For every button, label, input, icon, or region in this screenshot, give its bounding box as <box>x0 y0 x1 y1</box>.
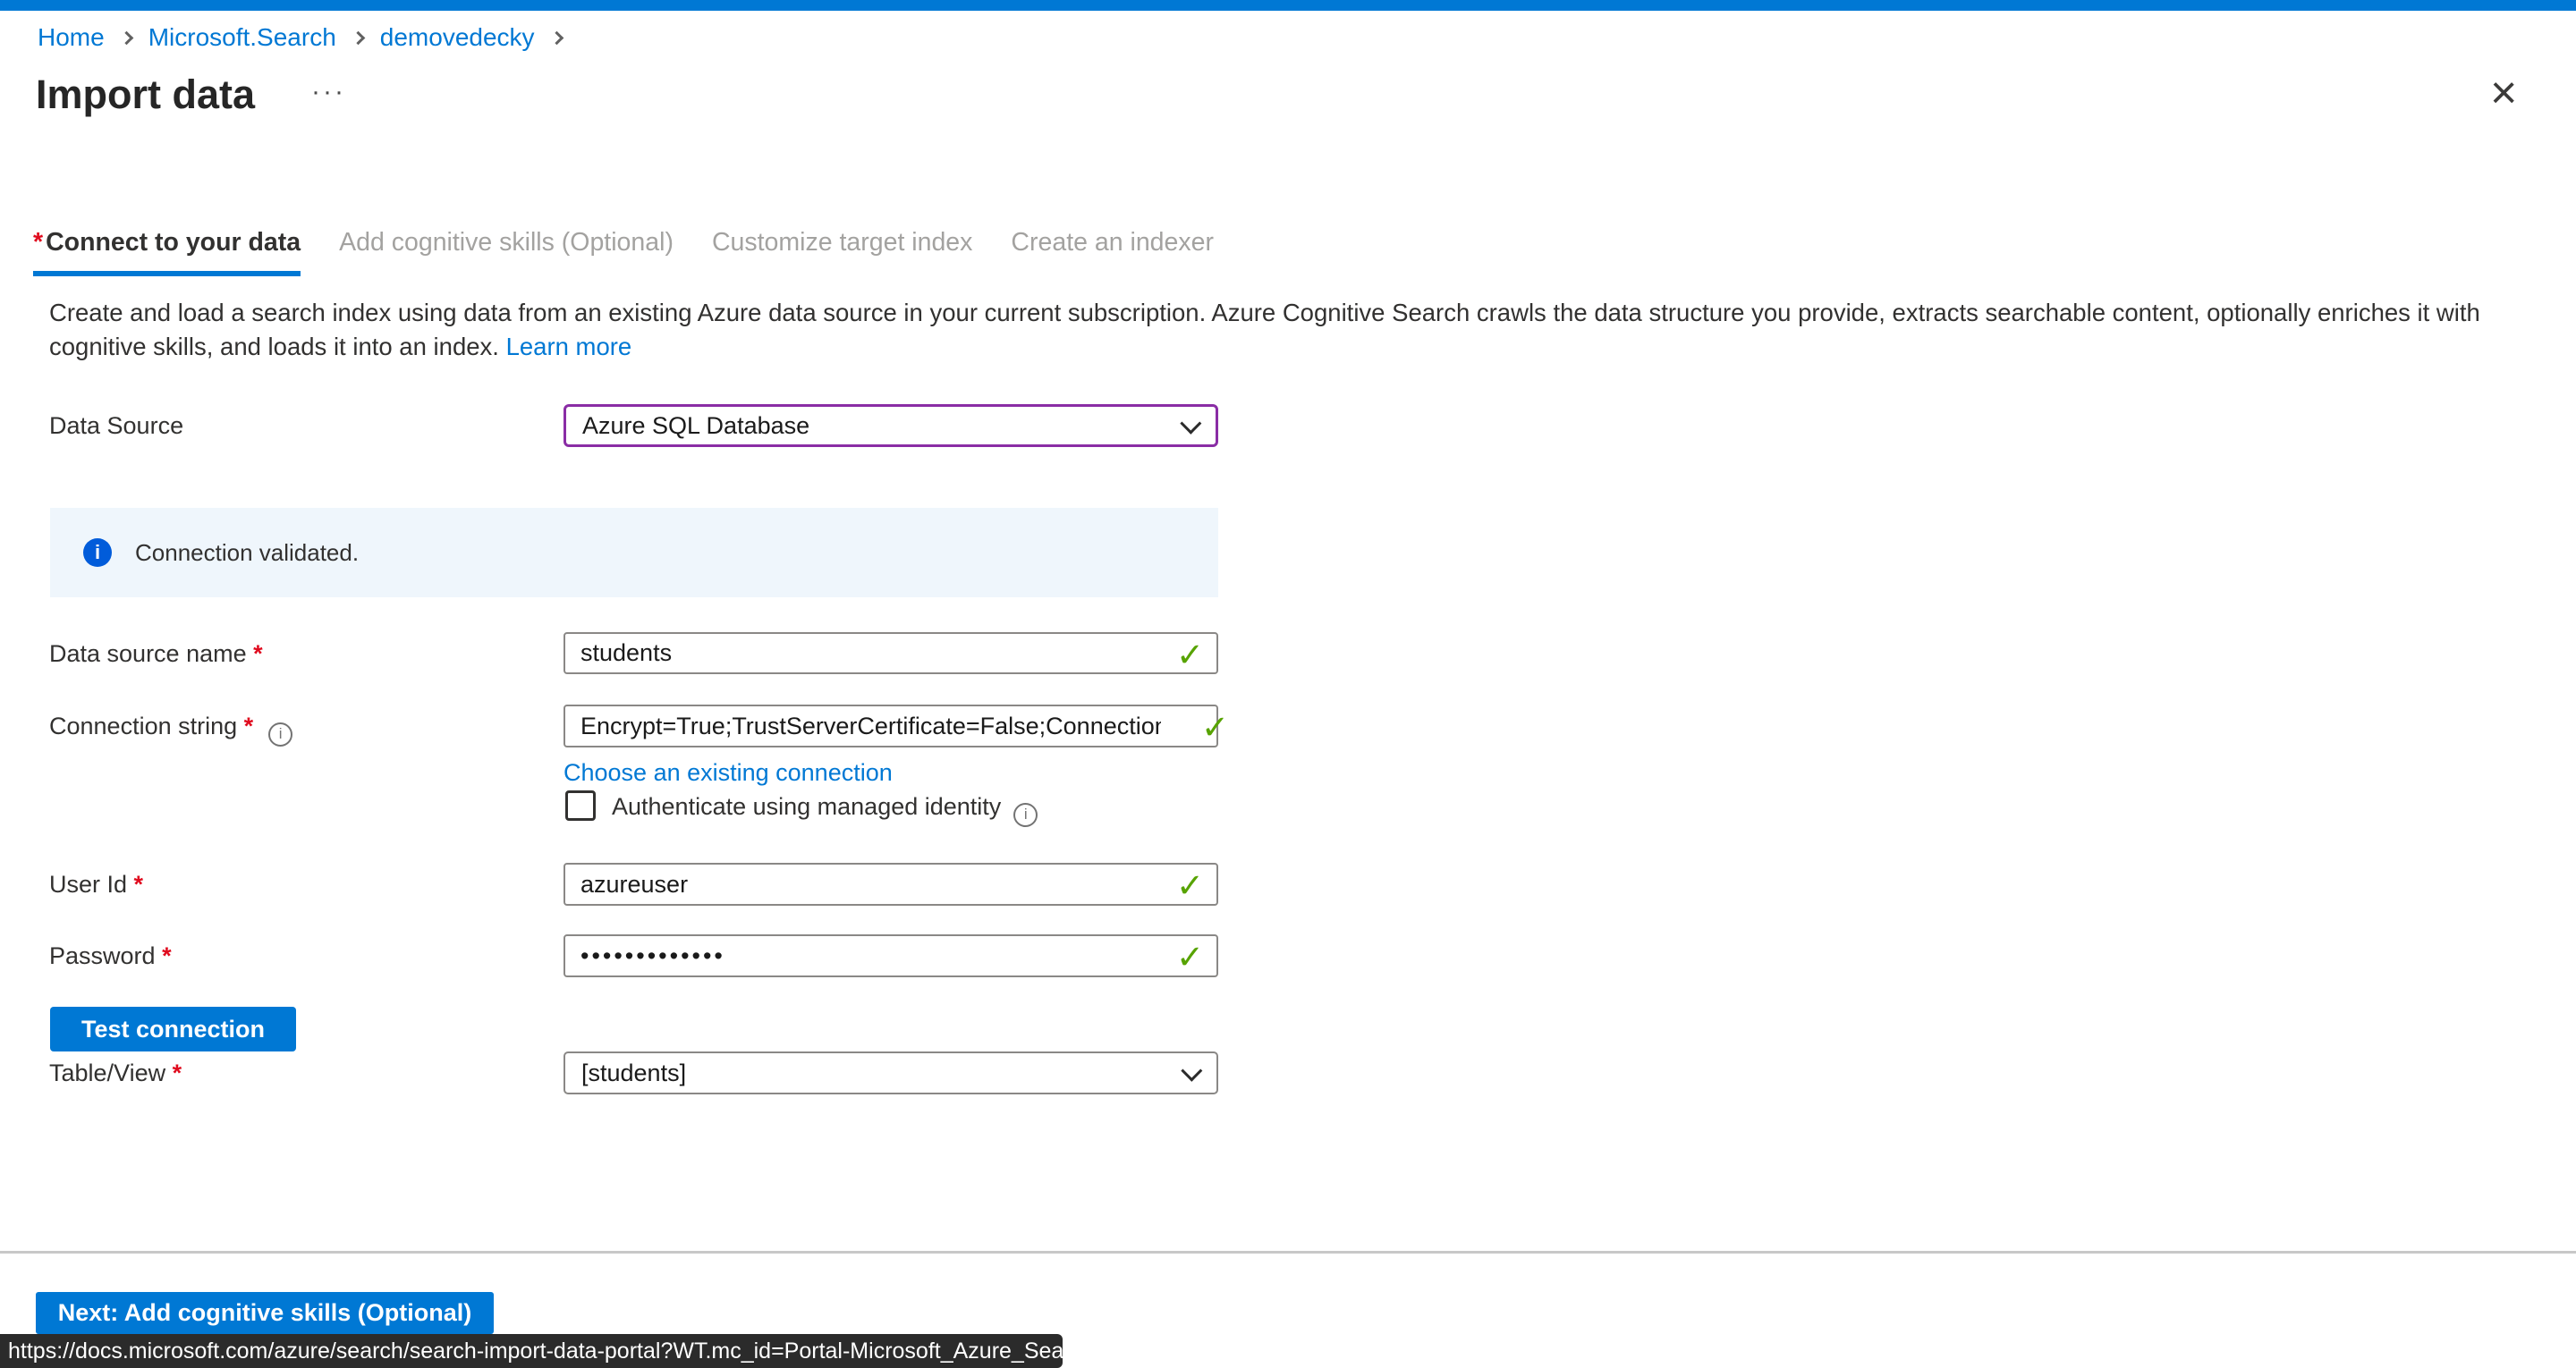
label-text: Connection string <box>49 713 237 739</box>
user-id-label: User Id * <box>49 863 146 906</box>
tab-label: Create an indexer <box>1011 228 1214 257</box>
page-title: Import data <box>36 72 255 118</box>
data-source-name-input[interactable] <box>564 632 1218 674</box>
managed-identity-checkbox[interactable] <box>565 790 596 821</box>
valid-check-icon: ✓ <box>1201 708 1229 747</box>
connection-string-input[interactable] <box>564 705 1218 747</box>
connection-validated-banner: i Connection validated. <box>50 508 1218 597</box>
valid-check-icon: ✓ <box>1176 636 1204 674</box>
data-source-name-field: ✓ <box>564 632 1218 674</box>
breadcrumb-link-demovedecky[interactable]: demovedecky <box>380 23 535 52</box>
status-url-text: https://docs.microsoft.com/azure/search/… <box>8 1338 1063 1364</box>
required-asterisk: * <box>244 713 254 739</box>
user-id-field: ✓ <box>564 863 1218 906</box>
breadcrumb: Home Microsoft.Search demovedecky <box>38 23 579 52</box>
breadcrumb-link-microsoft-search[interactable]: Microsoft.Search <box>148 23 336 52</box>
data-source-selected-value: Azure SQL Database <box>582 412 809 440</box>
table-view-selected-value: [students] <box>581 1060 686 1087</box>
required-asterisk: * <box>134 871 144 898</box>
chevron-right-icon <box>119 30 133 45</box>
label-text: User Id <box>49 871 127 898</box>
chevron-down-icon <box>1180 412 1201 434</box>
table-view-label: Table/View * <box>49 1051 184 1094</box>
breadcrumb-link-home[interactable]: Home <box>38 23 105 52</box>
info-outline-icon[interactable]: i <box>1013 803 1038 827</box>
user-id-input[interactable] <box>564 863 1218 906</box>
choose-existing-connection-link[interactable]: Choose an existing connection <box>564 759 893 787</box>
chevron-right-icon <box>549 30 564 45</box>
connection-string-label: Connection string * i <box>49 705 292 747</box>
label-text: Authenticate using managed identity <box>612 793 1001 820</box>
chevron-right-icon <box>352 30 366 45</box>
tab-customize-target-index[interactable]: Customize target index <box>712 228 972 276</box>
valid-check-icon: ✓ <box>1176 938 1204 976</box>
table-view-dropdown[interactable]: [students] <box>564 1051 1218 1094</box>
required-asterisk: * <box>162 942 172 969</box>
required-asterisk: * <box>173 1060 182 1086</box>
description-text: Create and load a search index using dat… <box>49 299 2480 360</box>
connection-string-field: ✓ <box>564 705 1218 747</box>
password-label: Password * <box>49 934 174 977</box>
close-icon[interactable]: × <box>2490 70 2517 116</box>
label-text: Table/View <box>49 1060 165 1086</box>
label-text: Data source name <box>49 640 247 667</box>
link-url-tooltip: https://docs.microsoft.com/azure/search/… <box>0 1334 1063 1368</box>
page-description: Create and load a search index using dat… <box>49 296 2546 363</box>
password-field: ✓ <box>564 934 1218 977</box>
required-asterisk: * <box>33 228 43 257</box>
managed-identity-label: Authenticate using managed identity i <box>612 790 1038 827</box>
next-add-cognitive-skills-button[interactable]: Next: Add cognitive skills (Optional) <box>36 1292 494 1334</box>
data-source-dropdown[interactable]: Azure SQL Database <box>564 404 1218 447</box>
info-icon: i <box>83 538 112 567</box>
banner-message: Connection validated. <box>135 539 359 567</box>
label-text: Password <box>49 942 156 969</box>
more-options-icon[interactable]: ··· <box>311 77 346 107</box>
data-source-name-label: Data source name * <box>49 632 266 675</box>
tab-add-cognitive-skills[interactable]: Add cognitive skills (Optional) <box>339 228 674 276</box>
tab-label: Add cognitive skills (Optional) <box>339 228 674 257</box>
valid-check-icon: ✓ <box>1176 866 1204 905</box>
wizard-tabs: *Connect to your data Add cognitive skil… <box>33 228 1252 276</box>
tab-label: Customize target index <box>712 228 972 257</box>
tab-label: Connect to your data <box>46 228 301 257</box>
azure-top-accent-bar <box>0 0 2576 11</box>
chevron-down-icon <box>1181 1060 1202 1081</box>
test-connection-button[interactable]: Test connection <box>50 1007 296 1051</box>
tab-create-an-indexer[interactable]: Create an indexer <box>1011 228 1214 276</box>
info-outline-icon[interactable]: i <box>268 722 292 747</box>
learn-more-link[interactable]: Learn more <box>506 333 632 360</box>
data-source-label: Data Source <box>49 404 183 447</box>
required-asterisk: * <box>253 640 263 667</box>
footer-divider <box>0 1251 2576 1254</box>
password-input[interactable] <box>564 934 1218 977</box>
tab-connect-to-your-data[interactable]: *Connect to your data <box>33 228 301 276</box>
